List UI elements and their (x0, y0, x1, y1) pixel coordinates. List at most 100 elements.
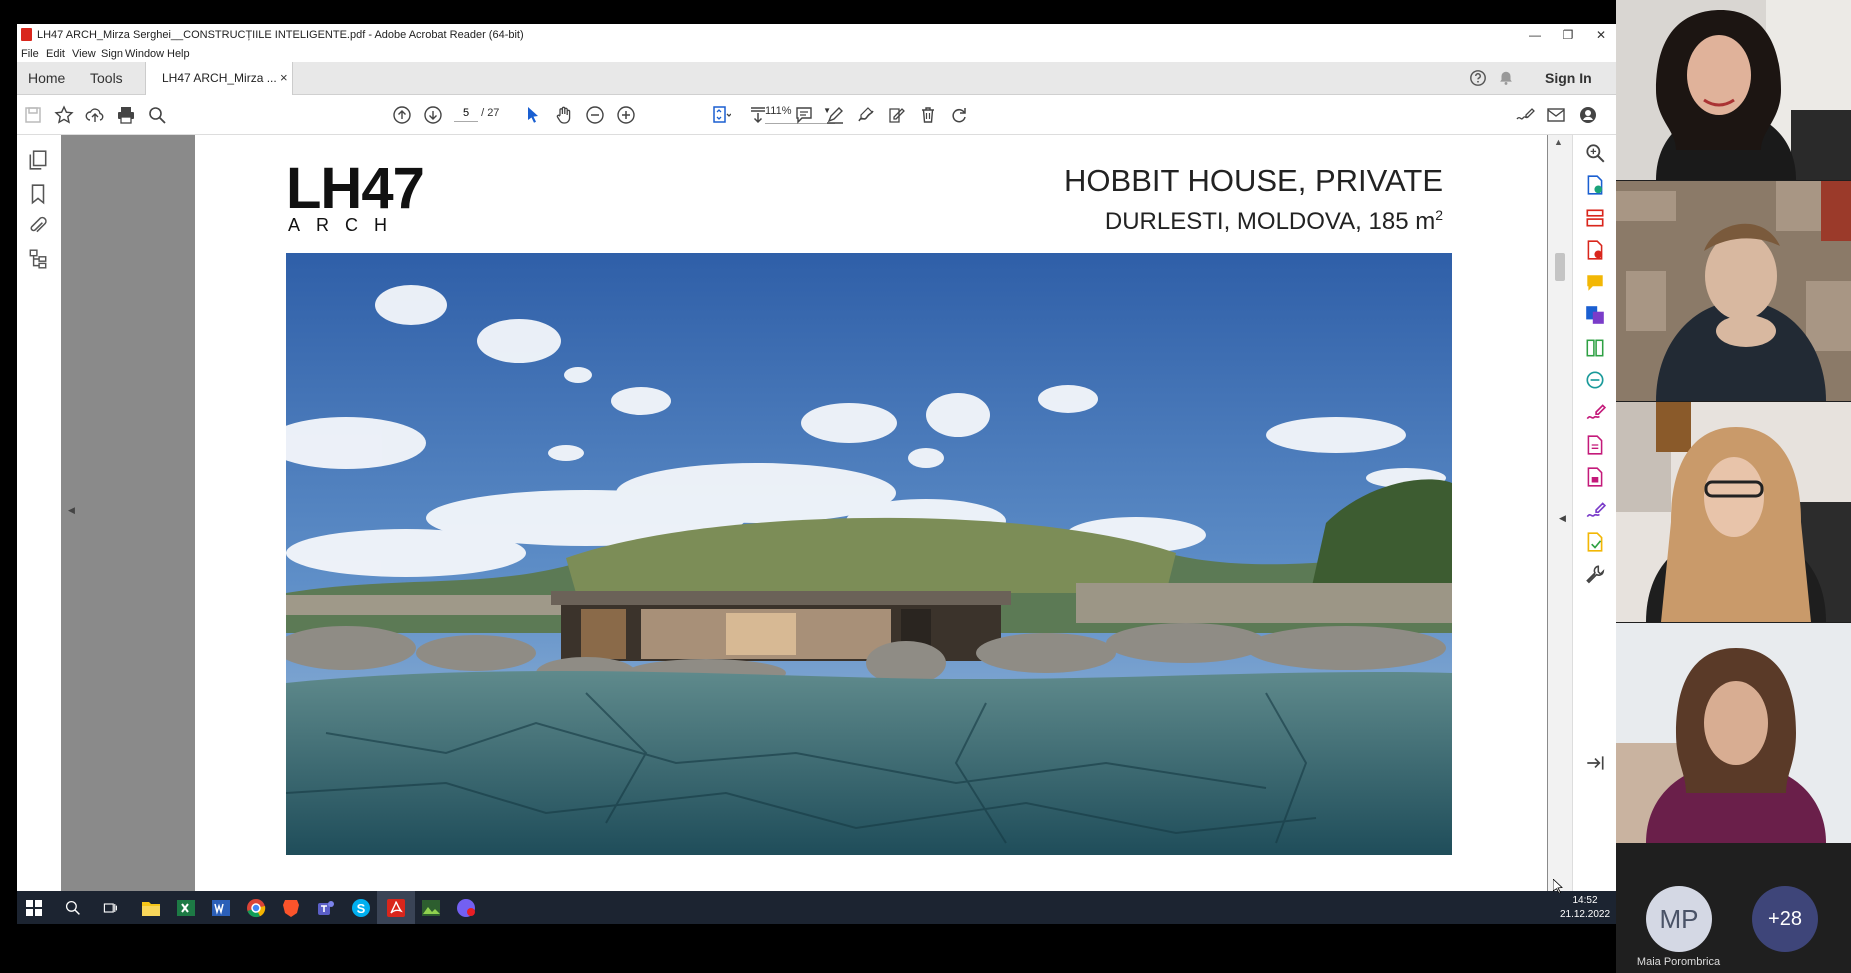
star-icon[interactable] (53, 104, 75, 126)
zoom-search-icon[interactable] (1584, 142, 1606, 164)
bookmark-icon[interactable] (27, 183, 49, 205)
close-window-button[interactable]: ✕ (1587, 26, 1615, 44)
participant-name: Maia Porombrica (1636, 956, 1721, 968)
acrobat-taskbar-icon[interactable] (377, 891, 415, 924)
participant-video-2[interactable] (1616, 181, 1851, 401)
page-separator: / (481, 107, 485, 119)
fill-and-sign-icon[interactable] (1584, 401, 1606, 423)
image-viewer-icon[interactable] (420, 897, 442, 919)
previous-page-icon[interactable] (391, 104, 413, 126)
main-toolbar: / 27 111% ▼ (17, 95, 1616, 135)
scan-ocr-icon[interactable] (1584, 369, 1606, 391)
pdf-page: LH47 ARCH HOBBIT HOUSE, PRIVATE DURLESTI… (195, 135, 1547, 924)
project-title: HOBBIT HOUSE, PRIVATE (1064, 163, 1443, 198)
page-number-input[interactable] (454, 105, 478, 122)
participant-avatar[interactable]: MP (1646, 886, 1712, 952)
taskbar-clock[interactable]: 14:52 21.12.2022 (1555, 894, 1615, 922)
zoom-in-icon[interactable] (615, 104, 637, 126)
page-thumbnails-icon[interactable] (27, 149, 49, 171)
comment-tool-icon[interactable] (1584, 272, 1606, 294)
project-title-block: HOBBIT HOUSE, PRIVATE DURLESTI, MOLDOVA,… (1064, 163, 1443, 238)
svg-text:S: S (357, 901, 366, 916)
more-tools-icon[interactable] (1584, 563, 1606, 585)
skype-icon[interactable]: S (350, 897, 372, 919)
windows-taskbar: S 14:52 21.12.2022 (17, 891, 1616, 924)
menu-file[interactable]: File (21, 48, 39, 60)
draw-freeform-icon[interactable] (855, 104, 877, 126)
menu-help[interactable]: Help (167, 48, 190, 60)
acrobat-window: LH47 ARCH_Mirza Serghei__CONSTRUCȚIILE I… (17, 24, 1616, 924)
close-tab-button[interactable]: × (280, 62, 288, 94)
select-cursor-icon[interactable] (522, 104, 544, 126)
scroll-mode-icon[interactable] (747, 104, 769, 126)
minimize-button[interactable]: — (1521, 26, 1549, 44)
right-tools-rail: ◀ (1559, 135, 1616, 924)
send-for-review-icon[interactable] (1584, 531, 1606, 553)
viber-icon[interactable] (455, 897, 477, 919)
windows-start-icon[interactable] (23, 897, 45, 919)
sign-document-icon[interactable] (1514, 104, 1536, 126)
upload-cloud-icon[interactable] (84, 104, 106, 126)
attachment-paperclip-icon[interactable] (27, 215, 49, 237)
delete-trash-icon[interactable] (917, 104, 939, 126)
taskbar-search-icon[interactable] (62, 897, 84, 919)
teams-icon[interactable] (315, 897, 337, 919)
edit-pdf-icon[interactable] (1584, 434, 1606, 456)
page-fit-icon[interactable] (710, 104, 732, 126)
mouse-cursor-icon (1553, 879, 1563, 893)
video-call-panel: MP Maia Porombrica +28 (1616, 0, 1851, 973)
request-signature-icon[interactable] (1584, 499, 1606, 521)
title-bar: LH47 ARCH_Mirza Serghei__CONSTRUCȚIILE I… (17, 24, 1616, 46)
menu-view[interactable]: View (72, 48, 96, 60)
zoom-out-icon[interactable] (584, 104, 606, 126)
collapse-left-panel-icon[interactable]: ◀ (68, 505, 75, 519)
logo-main: LH47 (286, 156, 425, 221)
menu-edit[interactable]: Edit (46, 48, 65, 60)
email-icon[interactable] (1545, 104, 1567, 126)
search-icon[interactable] (146, 104, 168, 126)
chrome-icon[interactable] (245, 897, 267, 919)
export-pdf-icon[interactable] (1584, 174, 1606, 196)
save-icon[interactable] (22, 104, 44, 126)
document-viewer[interactable]: ◀ LH47 ARCH HOBBIT HOUSE, PRIVATE DURLES… (61, 135, 1572, 924)
participant-video-3[interactable] (1616, 402, 1851, 622)
bell-icon[interactable] (1497, 69, 1515, 87)
organize-pages-icon[interactable] (1584, 207, 1606, 229)
expand-panel-icon[interactable] (1584, 752, 1606, 774)
print-icon[interactable] (115, 104, 137, 126)
layers-tree-icon[interactable] (27, 248, 49, 270)
participant-video-1[interactable] (1616, 0, 1851, 180)
area-superscript: 2 (1435, 207, 1443, 223)
rotate-icon[interactable] (948, 104, 970, 126)
collapse-right-panel-icon[interactable]: ◀ (1559, 513, 1566, 524)
tab-document[interactable]: LH47 ARCH_Mirza ... × (145, 62, 293, 95)
word-icon[interactable] (210, 897, 232, 919)
project-location: DURLESTI, MOLDOVA, 185 m2 (1064, 199, 1443, 238)
tab-home[interactable]: Home (28, 62, 65, 94)
menu-sign[interactable]: Sign (101, 48, 123, 60)
fill-sign-icon[interactable] (886, 104, 908, 126)
tab-tools[interactable]: Tools (90, 62, 123, 94)
combine-files-icon[interactable] (1584, 304, 1606, 326)
menu-window[interactable]: Window (125, 48, 164, 60)
share-user-icon[interactable] (1577, 104, 1599, 126)
create-pdf-icon[interactable] (1584, 239, 1606, 261)
restore-button[interactable]: ❐ (1554, 26, 1582, 44)
brave-browser-icon[interactable] (280, 897, 302, 919)
compare-files-icon[interactable] (1584, 337, 1606, 359)
hand-tool-icon[interactable] (553, 104, 575, 126)
comment-icon[interactable] (793, 104, 815, 126)
scroll-thumb[interactable] (1555, 253, 1565, 281)
sign-in-button[interactable]: Sign In (1545, 62, 1592, 94)
help-icon[interactable] (1469, 69, 1487, 87)
highlight-pen-icon[interactable] (824, 104, 846, 126)
protect-pdf-icon[interactable] (1584, 466, 1606, 488)
scroll-up-icon[interactable]: ▲ (1554, 137, 1563, 147)
participant-video-4[interactable] (1616, 623, 1851, 843)
vertical-scrollbar[interactable]: ▲ ▼ (1548, 135, 1572, 924)
task-view-icon[interactable] (99, 897, 121, 919)
file-explorer-icon[interactable] (140, 897, 162, 919)
more-participants-badge[interactable]: +28 (1752, 886, 1818, 952)
excel-icon[interactable] (175, 897, 197, 919)
next-page-icon[interactable] (422, 104, 444, 126)
